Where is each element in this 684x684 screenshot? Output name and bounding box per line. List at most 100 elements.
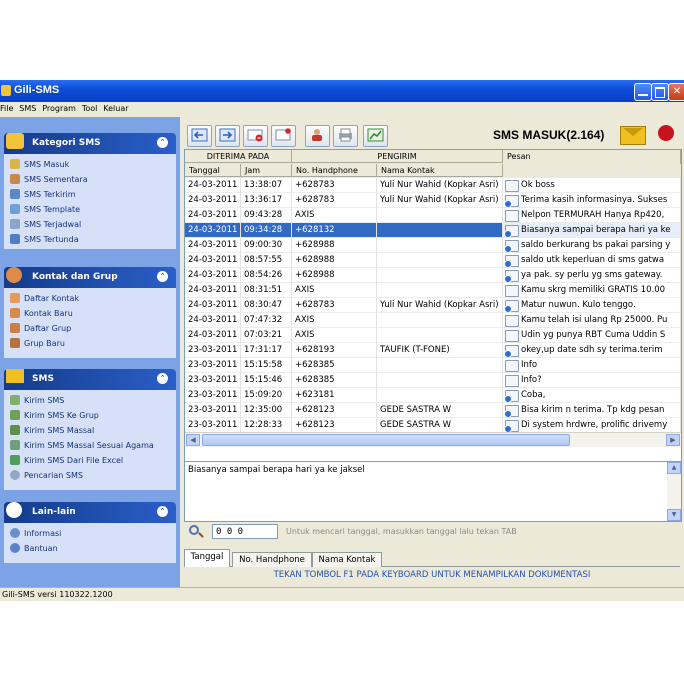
sidebar-item-sms-template[interactable]: SMS Template: [10, 204, 80, 218]
message-read-icon: [505, 285, 519, 297]
sidebar-item-pencarian-sms[interactable]: Pencarian SMS: [10, 470, 83, 484]
sidebar-item-daftar-grup[interactable]: Daftar Grup: [10, 323, 71, 337]
panel-header-lain-lain[interactable]: Lain-lain ⌃: [4, 502, 176, 523]
cell-jam: 13:36:17: [241, 193, 292, 208]
tab-no-handphone[interactable]: No. Handphone: [232, 552, 312, 567]
menu-keluar[interactable]: Keluar: [103, 102, 131, 113]
panel-header-sms[interactable]: SMS ⌃: [4, 369, 176, 390]
close-button[interactable]: ✕: [668, 83, 684, 101]
export-button[interactable]: [215, 125, 240, 147]
column-nama-kontak[interactable]: Nama Kontak: [377, 164, 503, 177]
sidebar-item-sms-tertunda[interactable]: SMS Tertunda: [10, 234, 79, 248]
table-row[interactable]: 23-03-2011 15:09:20 +623181 Coba,: [185, 388, 681, 403]
cell-nama-kontak: [377, 283, 503, 298]
tab-tanggal[interactable]: Tanggal: [184, 549, 230, 567]
menu-file[interactable]: File: [0, 102, 16, 113]
menu-program[interactable]: Program: [42, 102, 79, 113]
import-button[interactable]: [187, 125, 212, 147]
scroll-down-icon[interactable]: ▼: [667, 509, 681, 521]
collapse-icon[interactable]: ⌃: [157, 137, 168, 148]
print-button[interactable]: [333, 125, 358, 147]
panel-header-kategori-sms[interactable]: Kategori SMS ⌃: [4, 133, 176, 154]
sidebar-item-kirim-sms-massal[interactable]: Kirim SMS Massal: [10, 425, 94, 439]
delete-button[interactable]: [243, 125, 268, 147]
message-read-icon: [505, 360, 519, 372]
table-row[interactable]: 24-03-2011 08:54:26 +628988 ya pak. sy perl…: [185, 268, 681, 283]
table-row[interactable]: 23-03-2011 15:15:46 +628385 Info?: [185, 373, 681, 388]
menu-tool[interactable]: Tool: [82, 102, 101, 113]
sidebar-item-kirim-sms-grup[interactable]: Kirim SMS Ke Grup: [10, 410, 99, 424]
date-search-input[interactable]: 0 0 0: [212, 524, 278, 539]
table-row[interactable]: 24-03-2011 08:57:55 +628988 saldo utk keper…: [185, 253, 681, 268]
sidebar-item-sms-sementara[interactable]: SMS Sementara: [10, 174, 88, 188]
collapse-icon[interactable]: ⌃: [157, 271, 168, 282]
sidebar-item-label: SMS Terkirim: [24, 190, 76, 199]
title-bar[interactable]: Gili-SMS ✕: [0, 80, 684, 102]
message-snippet: ya pak. sy perlu yg sms gateway.: [521, 270, 663, 280]
table-row[interactable]: 24-03-2011 08:31:51 AXIS Kamu skrg memiliki…: [185, 283, 681, 298]
sidebar-item-kirim-sms[interactable]: Kirim SMS: [10, 395, 64, 409]
scroll-left-icon[interactable]: ◀: [186, 434, 200, 446]
column-tanggal[interactable]: Tanggal: [185, 164, 241, 177]
cell-tanggal: 24-03-2011: [185, 223, 241, 238]
sidebar-item-daftar-kontak[interactable]: Daftar Kontak: [10, 293, 79, 307]
cell-tanggal: 23-03-2011: [185, 343, 241, 358]
scrollbar-thumb[interactable]: [202, 434, 570, 446]
message-preview[interactable]: Biasanya sampai berapa hari ya ke jaksel…: [184, 461, 682, 522]
table-row[interactable]: 24-03-2011 07:47:32 AXIS Kamu telah isi ula…: [185, 313, 681, 328]
sidebar-item-sms-masuk[interactable]: SMS Masuk: [10, 159, 69, 173]
cell-nama-kontak: [377, 253, 503, 268]
scroll-up-icon[interactable]: ▲: [667, 462, 681, 474]
header-diterima-pada[interactable]: DITERIMA PADA: [185, 150, 292, 163]
sidebar-item-kirim-sms-excel[interactable]: Kirim SMS Dari File Excel: [10, 455, 123, 469]
horizontal-scrollbar[interactable]: ◀ ▶: [185, 432, 681, 447]
cell-tanggal: 23-03-2011: [185, 403, 241, 418]
sidebar-item-grup-baru[interactable]: Grup Baru: [10, 338, 65, 352]
minimize-button[interactable]: [634, 83, 652, 101]
panel-title: Lain-lain: [32, 507, 76, 517]
table-row[interactable]: 24-03-2011 09:00:30 +628988 saldo berkurang…: [185, 238, 681, 253]
envelope-icon: [6, 369, 24, 383]
vertical-scrollbar[interactable]: ▲ ▼: [667, 462, 681, 521]
help-note: TEKAN TOMBOL F1 PADA KEYBOARD UNTUK MENA…: [273, 570, 591, 580]
sidebar-item-kirim-sms-agama[interactable]: Kirim SMS Massal Sesuai Agama: [10, 440, 154, 454]
sidebar-item-bantuan[interactable]: Bantuan: [10, 543, 58, 557]
cell-no-handphone: +628783: [292, 193, 377, 208]
table-row[interactable]: 24-03-2011 09:34:28 +628132 Biasanya sampai…: [185, 223, 681, 238]
column-jam[interactable]: Jam: [241, 164, 292, 177]
table-row[interactable]: 23-03-2011 17:31:17 +628193 TAUFIK (T-FONE)…: [185, 343, 681, 358]
collapse-icon[interactable]: ⌃: [157, 373, 168, 384]
scroll-right-icon[interactable]: ▶: [666, 434, 680, 446]
table-row[interactable]: 23-03-2011 12:28:33 +628123 GEDE SASTRA W Di…: [185, 418, 681, 433]
panel-title: Kontak dan Grup: [32, 272, 118, 282]
cell-no-handphone: +628123: [292, 403, 377, 418]
column-no-handphone[interactable]: No. Handphone: [292, 164, 377, 177]
cell-pesan: Di system hrdwre, prolific drivemy: [503, 418, 681, 433]
sidebar-item-sms-terjadwal[interactable]: SMS Terjadwal: [10, 219, 81, 233]
table-row[interactable]: 24-03-2011 13:38:07 +628783 Yuli Nur Wahid …: [185, 178, 681, 193]
table-row[interactable]: 24-03-2011 09:43:28 AXIS Nelpon TERMURAH Ha…: [185, 208, 681, 223]
maximize-button[interactable]: [651, 83, 669, 101]
contact-button[interactable]: [305, 125, 330, 147]
table-row[interactable]: 24-03-2011 13:36:17 +628783 Yuli Nur Wahid …: [185, 193, 681, 208]
collapse-icon[interactable]: ⌃: [157, 506, 168, 517]
chart-button[interactable]: [363, 125, 388, 147]
message-replied-icon: [504, 420, 519, 432]
mark-button[interactable]: [271, 125, 296, 147]
sidebar-item-label: Daftar Kontak: [24, 294, 80, 303]
sidebar-item-kontak-baru[interactable]: Kontak Baru: [10, 308, 73, 322]
sidebar-item-informasi[interactable]: Informasi: [10, 528, 61, 542]
sidebar-item-label: SMS Tertunda: [24, 235, 79, 244]
table-row[interactable]: 24-03-2011 08:30:47 +628783 Yuli Nur Wahid …: [185, 298, 681, 313]
mark-icon: [275, 128, 291, 141]
sidebar-item-sms-terkirim[interactable]: SMS Terkirim: [10, 189, 76, 203]
header-pengirim[interactable]: PENGIRIM: [292, 150, 503, 163]
table-row[interactable]: 24-03-2011 07:03:21 AXIS Udin yg punya RBT …: [185, 328, 681, 343]
tab-nama-kontak[interactable]: Nama Kontak: [312, 552, 382, 567]
menu-sms[interactable]: SMS: [19, 102, 39, 113]
panel-header-kontak-grup[interactable]: Kontak dan Grup ⌃: [4, 267, 176, 288]
table-row[interactable]: 23-03-2011 12:35:00 +628123 GEDE SASTRA W Bi…: [185, 403, 681, 418]
cell-jam: 07:03:21: [241, 328, 292, 343]
table-row[interactable]: 23-03-2011 15:15:58 +628385 Info: [185, 358, 681, 373]
sidebar-item-label: Kirim SMS Massal: [24, 426, 95, 435]
